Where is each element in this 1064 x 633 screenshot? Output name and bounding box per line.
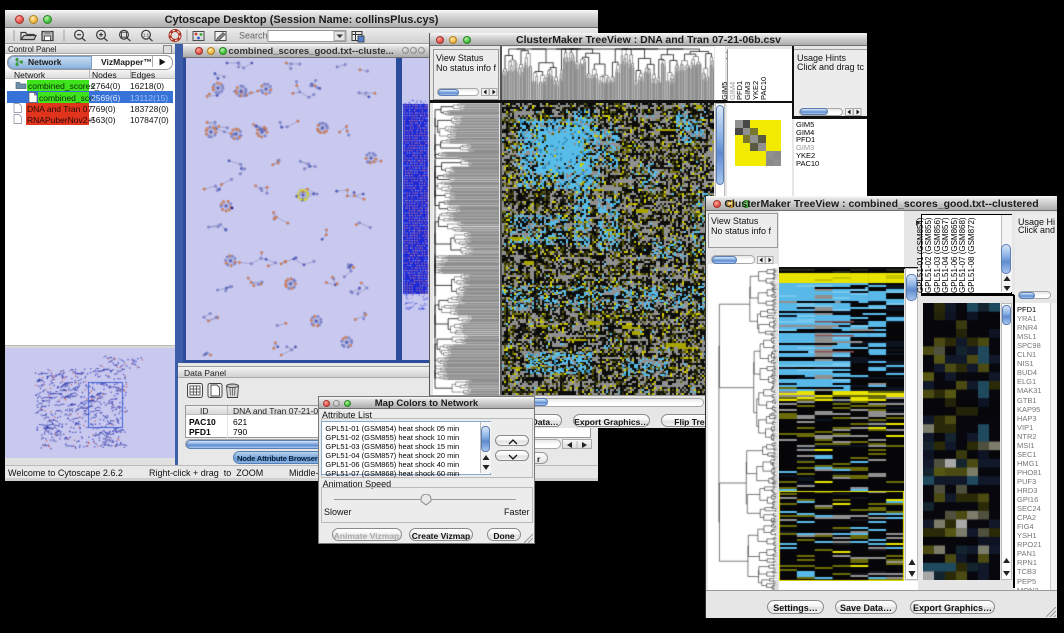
svg-text:1:1: 1:1: [143, 33, 150, 38]
svg-text:Search:: Search:: [239, 31, 270, 41]
